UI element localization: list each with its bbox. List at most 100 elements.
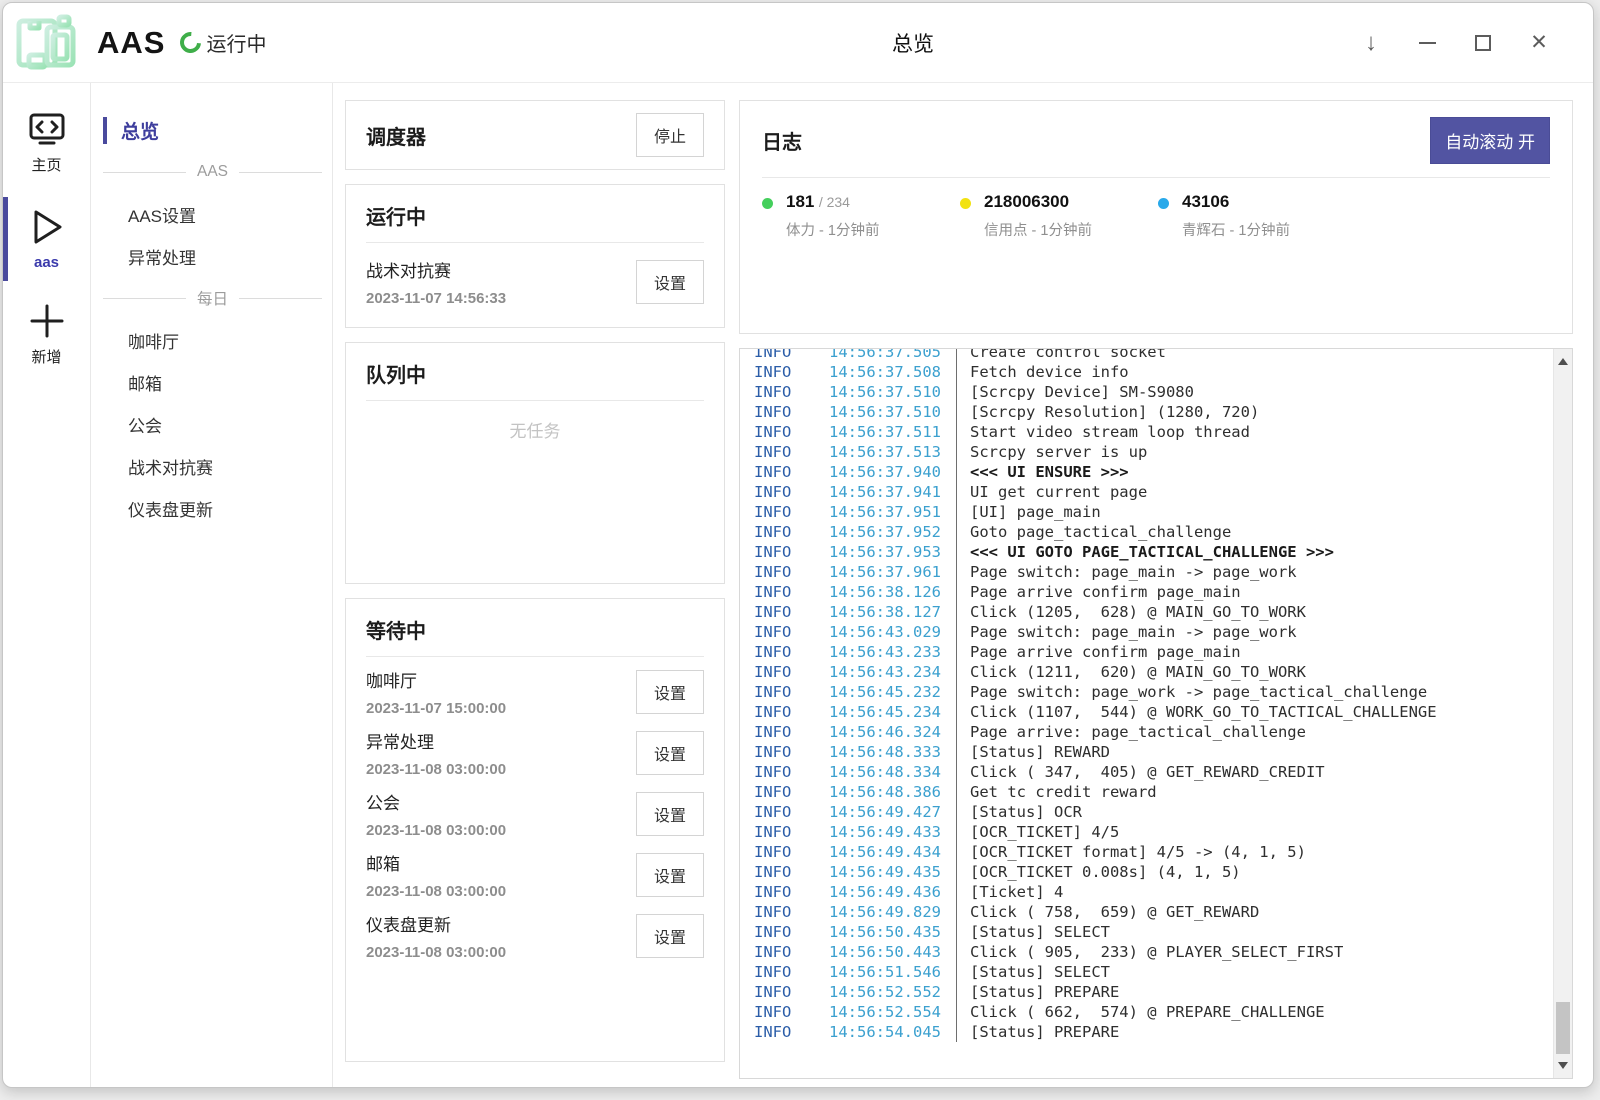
log-line: INFO 14:56:43.029 Page switch: page_main… [754, 622, 1544, 642]
log-timestamp: 14:56:43.234 [829, 662, 956, 682]
autoscroll-toggle-button[interactable]: 自动滚动 开 [1430, 117, 1550, 164]
log-line: INFO 14:56:48.333 [Status] REWARD [754, 742, 1544, 762]
log-scrollbar[interactable] [1553, 349, 1572, 1078]
log-timestamp: 14:56:37.952 [829, 522, 956, 542]
log-timestamp: 14:56:48.386 [829, 782, 956, 802]
nav-item[interactable]: 邮箱 [91, 361, 332, 403]
log-level: INFO [754, 402, 829, 422]
log-message: [Status] SELECT [956, 922, 1110, 942]
log-message: Click ( 905, 233) @ PLAYER_SELECT_FIRST [956, 942, 1343, 962]
log-timestamp: 14:56:50.435 [829, 922, 956, 942]
log-level: INFO [754, 382, 829, 402]
log-line: INFO 14:56:37.510 [Scrcpy Resolution] (1… [754, 402, 1544, 422]
log-timestamp: 14:56:49.436 [829, 882, 956, 902]
rail-item-home[interactable]: 主页 [3, 107, 90, 179]
log-level: INFO [754, 922, 829, 942]
log-timestamp: 14:56:37.510 [829, 382, 956, 402]
log-line: INFO 14:56:49.427 [Status] OCR [754, 802, 1544, 822]
nav-item-overview[interactable]: 总览 [91, 109, 332, 151]
nav-section-title: 每日 [197, 287, 228, 309]
log-level: INFO [754, 962, 829, 982]
log-timestamp: 14:56:49.434 [829, 842, 956, 862]
log-timestamp: 14:56:37.941 [829, 482, 956, 502]
log-timestamp: 14:56:45.234 [829, 702, 956, 722]
waiting-task-row: 公会 2023-11-08 03:00:00 设置 [366, 789, 704, 839]
log-timestamp: 14:56:49.433 [829, 822, 956, 842]
nav-item[interactable]: AAS设置 [91, 193, 332, 235]
log-message: <<< UI ENSURE >>> [956, 462, 1129, 482]
log-level: INFO [754, 762, 829, 782]
task-name: 异常处理 [366, 728, 506, 753]
log-message: [UI] page_main [956, 502, 1101, 522]
settings-button[interactable]: 设置 [636, 792, 704, 836]
log-timestamp: 14:56:49.435 [829, 862, 956, 882]
waiting-task-row: 异常处理 2023-11-08 03:00:00 设置 [366, 728, 704, 778]
log-message: Fetch device info [956, 362, 1129, 382]
download-icon[interactable]: ↓ [1359, 31, 1383, 55]
log-line: INFO 14:56:37.511 Start video stream loo… [754, 422, 1544, 442]
log-level: INFO [754, 562, 829, 582]
log-line: INFO 14:56:43.234 Click (1211, 620) @ MA… [754, 662, 1544, 682]
settings-button[interactable]: 设置 [636, 731, 704, 775]
stat-value: 181 [786, 192, 814, 211]
settings-button[interactable]: 设置 [636, 260, 704, 304]
settings-button[interactable]: 设置 [636, 670, 704, 714]
nav-item[interactable]: 仪表盘更新 [91, 487, 332, 529]
log-message: Page arrive confirm page_main [956, 642, 1241, 662]
task-name: 战术对抗赛 [366, 257, 506, 282]
minimize-icon[interactable] [1415, 31, 1439, 55]
log-timestamp: 14:56:37.510 [829, 402, 956, 422]
log-line: INFO 14:56:52.554 Click ( 662, 574) @ PR… [754, 1002, 1544, 1022]
scroll-down-icon[interactable] [1558, 1062, 1568, 1069]
nav-item[interactable]: 异常处理 [91, 235, 332, 277]
log-timestamp: 14:56:37.951 [829, 502, 956, 522]
log-message: Get tc credit reward [956, 782, 1157, 802]
rail-item-new[interactable]: 新增 [3, 299, 90, 371]
log-line: INFO 14:56:37.505 Create control socket [754, 348, 1544, 362]
log-console: INFO 14:56:37.505 Create control socket … [739, 348, 1573, 1079]
log-message: <<< UI GOTO PAGE_TACTICAL_CHALLENGE >>> [956, 542, 1334, 562]
log-line: INFO 14:56:37.961 Page switch: page_main… [754, 562, 1544, 582]
log-timestamp: 14:56:54.045 [829, 1022, 956, 1042]
waiting-card: 等待中 咖啡厅 2023-11-07 15:00:00 设置 异常处理 2023… [345, 598, 725, 1062]
yellow-dot-icon [960, 198, 971, 209]
log-message: UI get current page [956, 482, 1147, 502]
log-line: INFO 14:56:45.232 Page switch: page_work… [754, 682, 1544, 702]
blue-dot-icon [1158, 198, 1169, 209]
log-level: INFO [754, 522, 829, 542]
task-name: 公会 [366, 789, 506, 814]
log-message: [Scrcpy Resolution] (1280, 720) [956, 402, 1259, 422]
queue-empty-label: 无任务 [366, 417, 704, 442]
log-timestamp: 14:56:50.443 [829, 942, 956, 962]
nav-item[interactable]: 咖啡厅 [91, 319, 332, 361]
settings-button[interactable]: 设置 [636, 853, 704, 897]
log-level: INFO [754, 862, 829, 882]
log-level: INFO [754, 462, 829, 482]
scrollbar-thumb[interactable] [1556, 1002, 1570, 1054]
nav-item[interactable]: 战术对抗赛 [91, 445, 332, 487]
log-message: Click ( 347, 405) @ GET_REWARD_CREDIT [956, 762, 1325, 782]
stop-button[interactable]: 停止 [636, 113, 704, 157]
settings-button[interactable]: 设置 [636, 914, 704, 958]
log-line: INFO 14:56:37.941 UI get current page [754, 482, 1544, 502]
log-message: Page switch: page_main -> page_work [956, 622, 1297, 642]
nav-item[interactable]: 公会 [91, 403, 332, 445]
window-controls: ↓ ✕ [1359, 3, 1551, 82]
running-spinner-icon [176, 28, 206, 58]
log-line: INFO 14:56:37.513 Scrcpy server is up [754, 442, 1544, 462]
maximize-icon[interactable] [1471, 31, 1495, 55]
log-line: INFO 14:56:50.435 [Status] SELECT [754, 922, 1544, 942]
waiting-task-row: 邮箱 2023-11-08 03:00:00 设置 [366, 850, 704, 900]
log-timestamp: 14:56:37.961 [829, 562, 956, 582]
log-line: INFO 14:56:49.434 [OCR_TICKET format] 4/… [754, 842, 1544, 862]
log-message: [Status] SELECT [956, 962, 1110, 982]
rail-item-aas[interactable]: aas [3, 203, 90, 275]
log-level: INFO [754, 1022, 829, 1042]
scroll-up-icon[interactable] [1558, 358, 1568, 365]
log-line: INFO 14:56:48.386 Get tc credit reward [754, 782, 1544, 802]
close-icon[interactable]: ✕ [1527, 31, 1551, 55]
running-card: 运行中 战术对抗赛 2023-11-07 14:56:33 设置 [345, 184, 725, 328]
title-bar: AAS 运行中 总览 ↓ ✕ [3, 3, 1593, 83]
log-line: INFO 14:56:38.126 Page arrive confirm pa… [754, 582, 1544, 602]
stat-stamina: 181 / 234 体力 - 1分钟前 [762, 192, 960, 240]
